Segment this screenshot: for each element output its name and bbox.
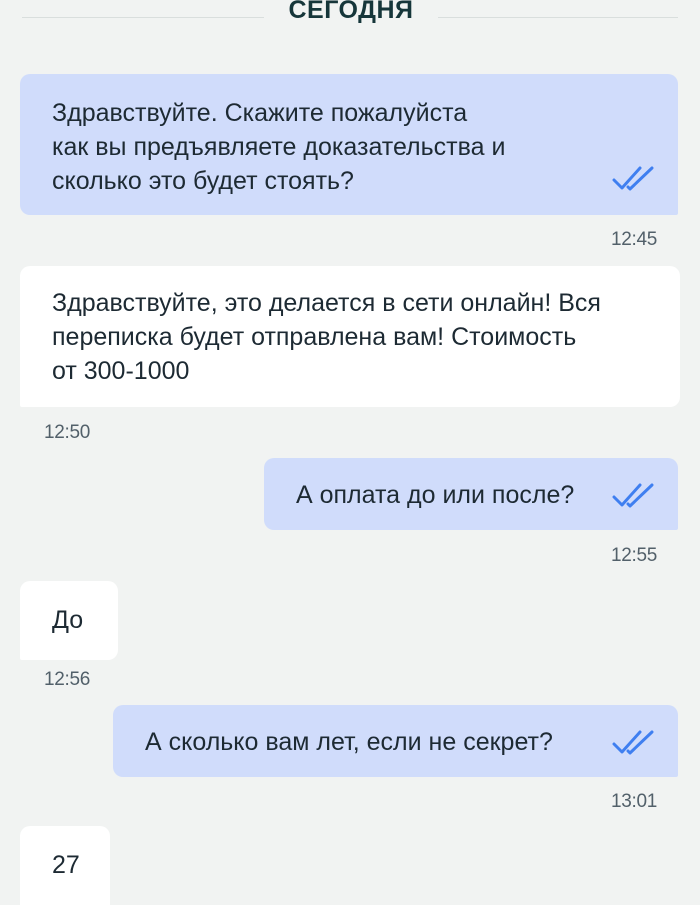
message-text: А сколько вам лет, если не секрет? <box>145 728 553 756</box>
double-check-icon <box>612 166 654 191</box>
message-time: 12:50 <box>44 422 91 443</box>
message-bubble-outgoing[interactable]: Здравствуйте. Скажите пожалуйста как вы … <box>20 74 678 215</box>
message-time: 12:55 <box>610 545 657 566</box>
message-text: А оплата до или после? <box>296 481 575 509</box>
message-bubble-incoming[interactable]: До <box>20 581 118 660</box>
message-bubble-outgoing[interactable]: А оплата до или после? <box>264 458 678 530</box>
message-time: 13:01 <box>610 791 657 812</box>
date-separator: СЕГОДНЯ <box>0 0 700 34</box>
double-check-icon <box>612 730 654 755</box>
date-separator-label: СЕГОДНЯ <box>288 0 414 24</box>
separator-line-left <box>22 17 264 18</box>
message-text: До <box>52 606 84 634</box>
message-time: 12:45 <box>610 229 657 250</box>
message-bubble-incoming[interactable]: Здравствуйте, это делается в сети онлайн… <box>20 266 680 407</box>
message-bubble-outgoing[interactable]: А сколько вам лет, если не секрет? <box>113 705 678 777</box>
message-text: 27 <box>52 851 80 879</box>
message-time: 12:56 <box>44 669 91 690</box>
message-bubble-incoming[interactable]: 27 <box>20 826 110 905</box>
separator-line-right <box>438 17 678 18</box>
message-text: Здравствуйте. Скажите пожалуйста как вы … <box>52 99 506 195</box>
message-text: Здравствуйте, это делается в сети онлайн… <box>52 289 601 385</box>
double-check-icon <box>612 483 654 508</box>
